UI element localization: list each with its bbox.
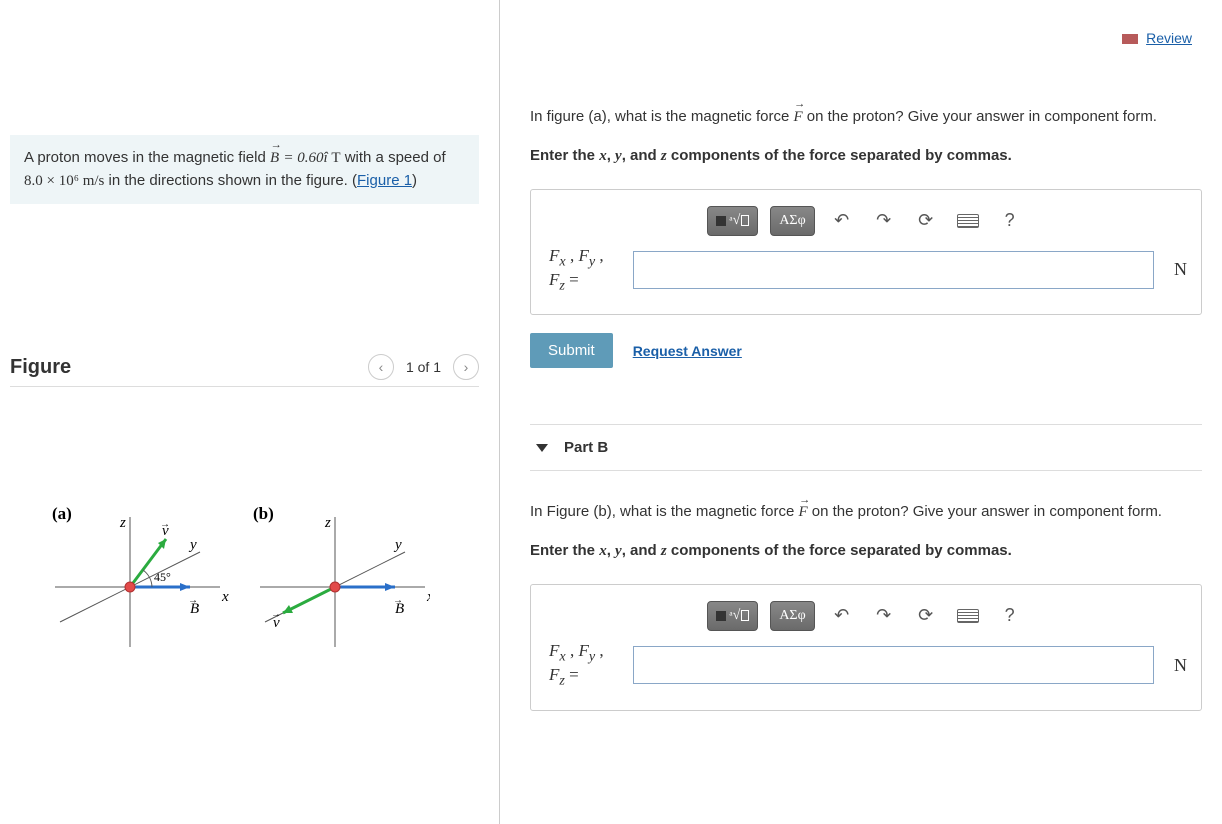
svg-text:45°: 45°: [154, 570, 171, 584]
review-link[interactable]: Review: [1146, 30, 1192, 46]
keyboard-button[interactable]: [953, 206, 983, 236]
reset-button[interactable]: ⟳: [911, 206, 941, 236]
keyboard-icon: [957, 609, 979, 623]
svg-text:→: →: [160, 519, 170, 530]
reset-button-b[interactable]: ⟳: [911, 601, 941, 631]
templates-button-b[interactable]: ᵃ√: [707, 601, 758, 631]
partA-instruction: Enter the x, y, and z components of the …: [530, 147, 1202, 165]
keyboard-button-b[interactable]: [953, 601, 983, 631]
label-a: (a): [52, 504, 72, 523]
partB-answer-input[interactable]: [633, 646, 1154, 684]
undo-button[interactable]: ↶: [827, 206, 857, 236]
svg-text:x: x: [221, 589, 229, 605]
partB-header[interactable]: Part B: [530, 424, 1202, 471]
problem-suffix: in the directions shown in the figure. (: [109, 172, 357, 189]
vector-B: B: [270, 147, 279, 170]
problem-statement: A proton moves in the magnetic field B =…: [10, 135, 479, 204]
svg-text:→: →: [271, 609, 281, 620]
figure-prev-button[interactable]: ‹: [368, 354, 394, 380]
problem-mid: with a speed of: [345, 149, 446, 166]
partB-answer-card: ᵃ√ ΑΣφ ↶ ↷ ⟳ ? Fx , Fy , Fz = N: [530, 584, 1202, 711]
figure-header: Figure ‹ 1 of 1 ›: [10, 354, 479, 387]
figure-title: Figure: [10, 356, 71, 379]
partA-answer-input[interactable]: [633, 251, 1154, 289]
svg-text:y: y: [188, 537, 197, 553]
figure-link[interactable]: Figure 1: [357, 172, 412, 189]
help-button[interactable]: ?: [995, 206, 1025, 236]
greek-button-b[interactable]: ΑΣφ: [770, 601, 814, 631]
figure-image: (a) z y x v → B →: [10, 387, 479, 670]
greek-button[interactable]: ΑΣφ: [770, 206, 814, 236]
svg-text:z: z: [324, 515, 331, 531]
review-icon: [1122, 34, 1138, 44]
svg-text:→: →: [188, 595, 198, 606]
problem-prefix: A proton moves in the magnetic field: [24, 149, 270, 166]
partA-prefix: Fx , Fy , Fz =: [549, 246, 623, 295]
request-answer-link[interactable]: Request Answer: [633, 343, 742, 359]
B-unit: T: [331, 150, 340, 166]
partA-unit: N: [1164, 259, 1201, 280]
keyboard-icon: [957, 214, 979, 228]
speed-value: 8.0 × 10⁶ m/s: [24, 173, 104, 189]
redo-button-b[interactable]: ↷: [869, 601, 899, 631]
right-panel: Review In figure (a), what is the magnet…: [500, 0, 1222, 824]
undo-button-b[interactable]: ↶: [827, 601, 857, 631]
redo-button[interactable]: ↷: [869, 206, 899, 236]
svg-text:y: y: [393, 537, 402, 553]
help-button-b[interactable]: ?: [995, 601, 1025, 631]
partB-title: Part B: [564, 439, 608, 456]
label-b: (b): [253, 504, 274, 523]
partA-question: In figure (a), what is the magnetic forc…: [530, 106, 1202, 129]
partB-unit: N: [1164, 655, 1201, 676]
svg-text:z: z: [119, 515, 126, 531]
figure-page: 1 of 1: [406, 359, 441, 375]
submit-button[interactable]: Submit: [530, 333, 613, 368]
partB-toolbar: ᵃ√ ΑΣφ ↶ ↷ ⟳ ?: [531, 585, 1201, 641]
partA-toolbar: ᵃ√ ΑΣφ ↶ ↷ ⟳ ?: [531, 190, 1201, 246]
left-panel: A proton moves in the magnetic field B =…: [0, 0, 500, 824]
templates-button[interactable]: ᵃ√: [707, 206, 758, 236]
caret-down-icon: [536, 444, 548, 452]
figure-next-button[interactable]: ›: [453, 354, 479, 380]
partB-prefix: Fx , Fy , Fz =: [549, 641, 623, 690]
partA-answer-card: ᵃ√ ΑΣφ ↶ ↷ ⟳ ? Fx , Fy , Fz = N: [530, 189, 1202, 316]
B-value: 0.60: [297, 150, 323, 166]
svg-text:x: x: [426, 589, 430, 605]
partB-question: In Figure (b), what is the magnetic forc…: [530, 501, 1202, 524]
partB-instruction: Enter the x, y, and z components of the …: [530, 542, 1202, 560]
svg-text:→: →: [393, 595, 403, 606]
